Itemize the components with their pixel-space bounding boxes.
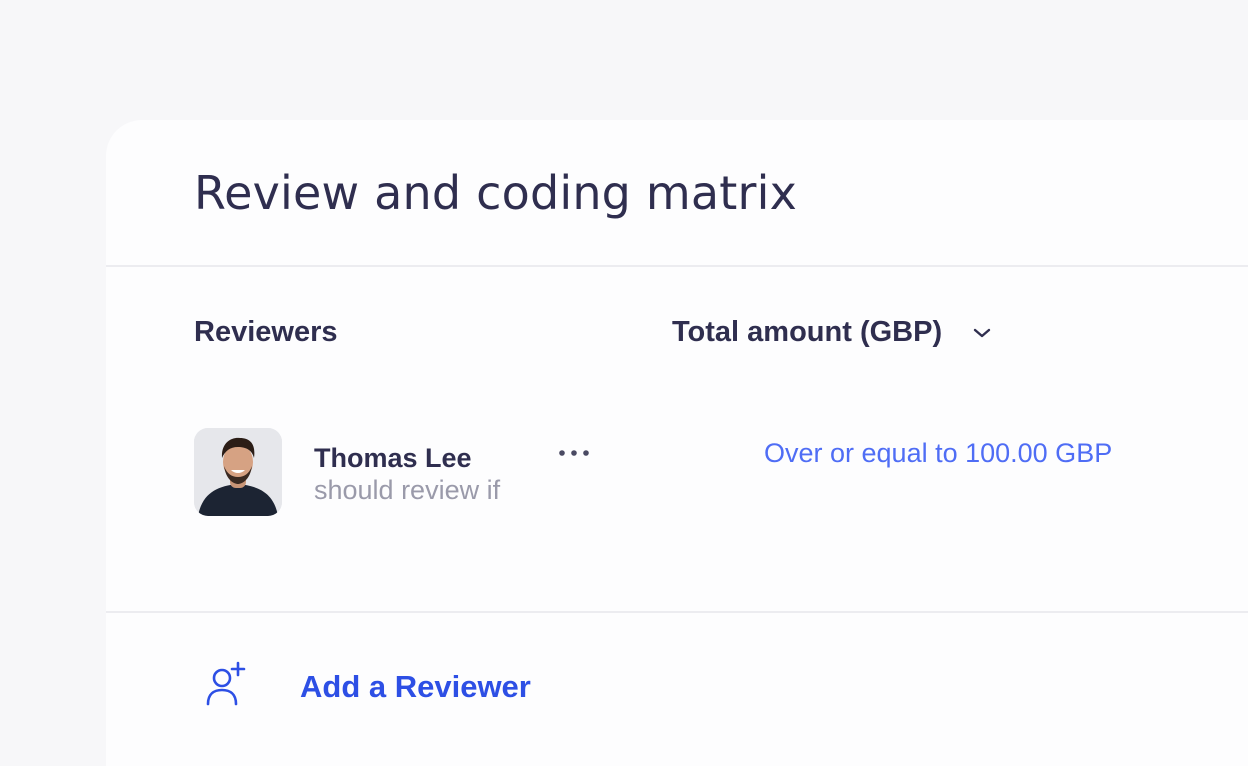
user-plus-icon [204,660,248,713]
column-header-total-amount[interactable]: Total amount (GBP) [672,316,992,349]
add-reviewer-button[interactable]: Add a Reviewer [204,660,531,713]
table-row: Thomas Lee should review if Over or equa… [194,428,1194,518]
more-horizontal-icon[interactable] [556,446,592,464]
column-header-reviewers: Reviewers [194,316,338,348]
add-reviewer-label: Add a Reviewer [300,668,531,704]
column-header-total-amount-label: Total amount (GBP) [672,316,943,348]
review-matrix-card: Review and coding matrix Reviewers Total… [106,120,1248,766]
footer-divider [106,611,1248,613]
reviewer-name: Thomas Lee [314,443,472,473]
reviewer-caption: should review if [314,475,501,505]
page-title: Review and coding matrix [194,166,798,220]
app-background: Review and coding matrix Reviewers Total… [0,0,1248,766]
amount-condition-link[interactable]: Over or equal to 100.00 GBP [764,438,1112,469]
avatar [194,428,282,516]
header-divider [106,265,1248,267]
chevron-down-icon[interactable] [972,327,992,339]
